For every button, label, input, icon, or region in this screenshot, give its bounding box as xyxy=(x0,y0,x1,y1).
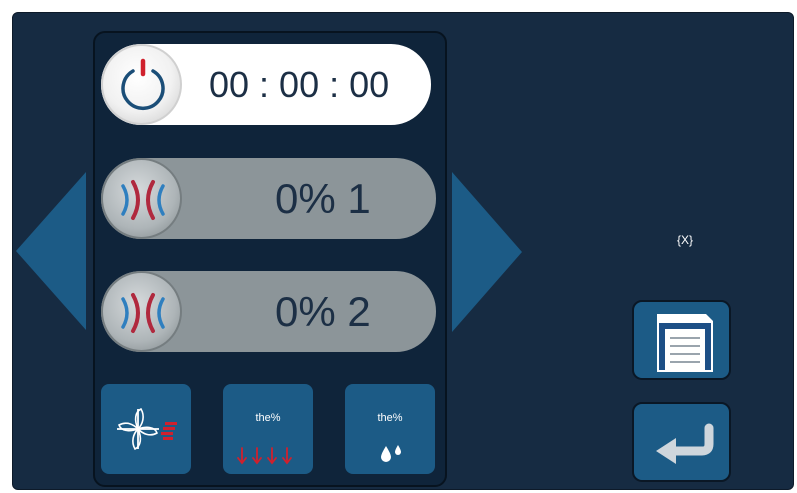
save-button[interactable] xyxy=(632,300,731,380)
heat-zone-1-value: 0% 1 xyxy=(275,175,371,222)
save-icon xyxy=(657,314,713,372)
heat-zone-1-knob[interactable] xyxy=(101,158,182,239)
down-arrows-icon xyxy=(237,447,292,465)
heat-wave-icon xyxy=(121,180,165,220)
power-button[interactable] xyxy=(101,44,182,125)
heat-zone-2-value: 0% 2 xyxy=(275,288,371,335)
placeholder-text: {X} xyxy=(676,233,694,247)
next-page-arrow-icon[interactable] xyxy=(452,172,522,332)
heat-zone-2[interactable]: 0% 2 xyxy=(101,271,436,352)
fan-button[interactable] xyxy=(101,384,191,474)
heat-wave-icon xyxy=(121,293,165,333)
previous-page-arrow-icon[interactable] xyxy=(16,172,86,330)
heat-down-button[interactable]: the% xyxy=(223,384,313,474)
return-icon xyxy=(656,423,714,464)
humidity-button[interactable]: the% xyxy=(345,384,435,474)
heat-zone-2-knob[interactable] xyxy=(101,271,182,352)
timer-display[interactable]: 00 : 00 : 00 xyxy=(101,44,431,125)
water-drops-icon xyxy=(381,445,401,462)
return-button[interactable] xyxy=(632,402,731,482)
power-icon xyxy=(121,58,165,110)
timer-value: 00 : 00 : 00 xyxy=(209,64,390,105)
fan-icon xyxy=(117,407,177,451)
heat-zone-1[interactable]: 0% 1 xyxy=(101,158,436,239)
